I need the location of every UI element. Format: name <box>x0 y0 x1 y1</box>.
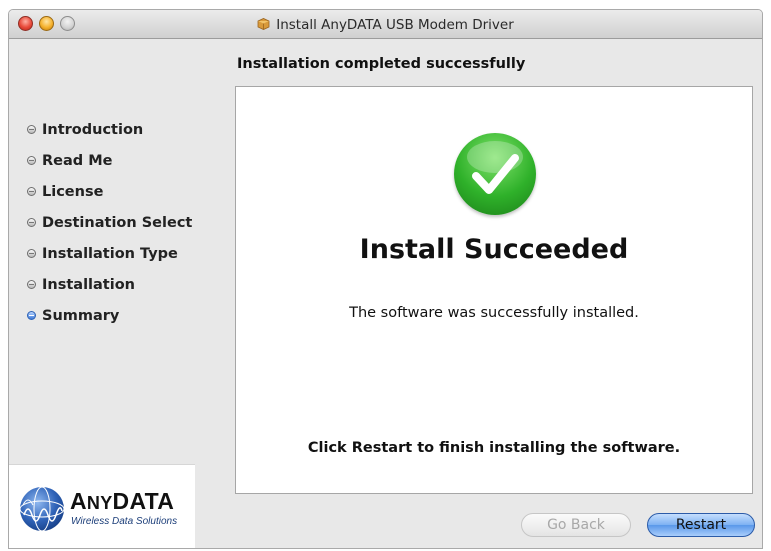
title-bar[interactable]: Install AnyDATA USB Modem Driver <box>9 10 762 39</box>
step-bullet-icon <box>27 218 36 227</box>
step-label: License <box>42 183 104 200</box>
globe-icon <box>19 486 65 532</box>
go-back-button[interactable]: Go Back <box>521 513 631 537</box>
step-label: Introduction <box>42 121 144 138</box>
step-installation: Installation <box>27 269 192 300</box>
status-message: The software was successfully installed. <box>349 305 639 321</box>
step-introduction: Introduction <box>27 114 192 145</box>
package-icon <box>257 18 270 30</box>
step-bullet-icon <box>27 280 36 289</box>
brand-small: NY <box>86 493 113 513</box>
step-bullet-active-icon <box>27 311 36 320</box>
brand-tagline: Wireless Data Solutions <box>71 516 178 527</box>
step-bullet-icon <box>27 156 36 165</box>
step-bullet-icon <box>27 125 36 134</box>
brand-rest: DATA <box>112 488 175 514</box>
page-heading: Installation completed successfully <box>237 56 526 72</box>
status-title: Install Succeeded <box>359 234 629 265</box>
step-summary: Summary <box>27 300 192 331</box>
step-read-me: Read Me <box>27 145 192 176</box>
step-bullet-icon <box>27 187 36 196</box>
brand-name: ANYDATA <box>70 488 174 515</box>
step-label: Destination Select <box>42 214 193 231</box>
window-title: Install AnyDATA USB Modem Driver <box>9 17 762 33</box>
step-list: Introduction Read Me License Destination… <box>27 114 192 331</box>
step-destination-select: Destination Select <box>27 207 192 238</box>
step-label: Summary <box>42 307 120 324</box>
step-bullet-icon <box>27 249 36 258</box>
step-label: Read Me <box>42 152 113 169</box>
restart-instruction: Click Restart to finish installing the s… <box>307 440 681 456</box>
restart-button[interactable]: Restart <box>647 513 755 537</box>
step-label: Installation Type <box>42 245 178 262</box>
step-installation-type: Installation Type <box>27 238 192 269</box>
checkmark-icon <box>454 133 536 215</box>
window-title-text: Install AnyDATA USB Modem Driver <box>276 17 514 33</box>
vendor-logo: ANYDATA Wireless Data Solutions <box>9 464 195 548</box>
content-panel: Install Succeeded The software was succe… <box>235 86 753 494</box>
brand-letter: A <box>70 488 87 514</box>
step-label: Installation <box>42 276 135 293</box>
step-license: License <box>27 176 192 207</box>
installer-window: Install AnyDATA USB Modem Driver Install… <box>8 9 763 549</box>
